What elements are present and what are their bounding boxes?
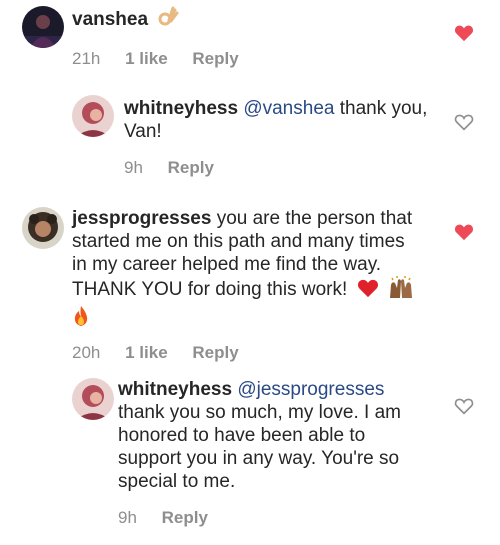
mention-link[interactable]: @jessprogresses (237, 379, 384, 400)
timestamp: 20h (72, 343, 101, 362)
comment-text: special to me. (118, 471, 236, 492)
timestamp: 9h (124, 158, 143, 177)
comment-text: thank you, (334, 98, 428, 119)
avatar[interactable] (72, 378, 114, 420)
comment-meta: 9h Reply (118, 506, 401, 529)
heart-outline-icon[interactable] (454, 113, 474, 131)
username[interactable]: jessprogresses (72, 208, 211, 229)
comment-text: you are the person that (211, 208, 413, 229)
ok-hand-emoji (157, 6, 179, 34)
reply-button[interactable]: Reply (168, 158, 214, 177)
comment-text: started me on this path and many times (72, 231, 405, 252)
timestamp: 21h (72, 49, 101, 68)
comment-text: thank you so much, my love. I am (118, 402, 402, 423)
comment-meta: 9h Reply (124, 156, 427, 179)
username[interactable]: whitneyhess (118, 379, 232, 400)
red-heart-emoji (357, 278, 379, 304)
comment-text: Van! (124, 121, 162, 142)
mention-link[interactable]: @vanshea (243, 98, 334, 119)
reply-button[interactable]: Reply (162, 508, 208, 527)
likes-count[interactable]: 1 like (125, 343, 168, 362)
username[interactable]: vanshea (72, 9, 148, 30)
comment-text: in my career helped me find the way. (72, 254, 382, 275)
heart-outline-icon[interactable] (454, 397, 474, 415)
avatar[interactable] (22, 207, 64, 249)
username[interactable]: whitneyhess (124, 98, 238, 119)
avatar[interactable] (72, 95, 114, 137)
avatar[interactable] (22, 6, 64, 48)
reply-button[interactable]: Reply (192, 343, 238, 362)
timestamp: 9h (118, 508, 137, 527)
heart-filled-icon[interactable] (454, 24, 474, 42)
comment-text: honored to have been able to (118, 425, 366, 446)
fire-emoji (72, 305, 90, 333)
comment-meta: 21h 1 like Reply (72, 47, 259, 70)
raising-hands-emoji (388, 276, 414, 304)
comment-meta: 20h 1 like Reply (72, 341, 414, 364)
comment-text: support you in any way. You're so (118, 448, 400, 469)
reply-button[interactable]: Reply (192, 49, 238, 68)
likes-count[interactable]: 1 like (125, 49, 168, 68)
heart-filled-icon[interactable] (454, 223, 474, 241)
comment-text: THANK YOU for doing this work! (72, 279, 348, 300)
